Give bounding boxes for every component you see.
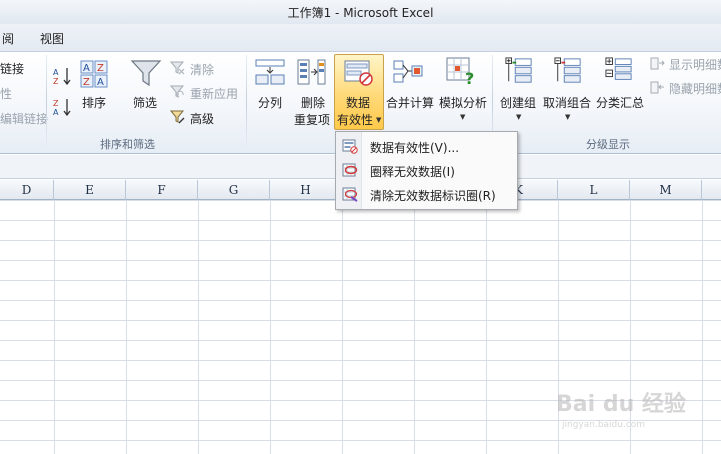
chevron-down-icon: ▼ xyxy=(565,113,571,121)
remove-duplicates-label-2[interactable]: 重复项 xyxy=(294,111,330,128)
connections-link-button[interactable]: 链接 xyxy=(0,60,24,77)
grid-line xyxy=(486,200,487,454)
grid-line xyxy=(414,200,415,454)
column-header[interactable]: H xyxy=(270,180,342,200)
advanced-button[interactable]: 高级 xyxy=(190,110,214,127)
grid-line xyxy=(198,200,199,454)
tab-review[interactable]: 阅 xyxy=(2,30,14,47)
svg-text:Z: Z xyxy=(83,77,90,88)
svg-text:?: ? xyxy=(465,69,474,88)
menu-item-clear-validation-circles[interactable]: 清除无效数据标识圈(R) xyxy=(337,183,516,206)
watermark-url: jingyan.baidu.com xyxy=(562,420,646,430)
filter-funnel-icon[interactable] xyxy=(130,58,162,88)
menu-item-label: 数据有效性(V)... xyxy=(370,141,460,155)
group-label-outline: 分级显示 xyxy=(586,138,630,151)
group-separator xyxy=(246,55,247,149)
ribbon-tab-row: 阅 视图 xyxy=(0,24,721,51)
show-detail-icon[interactable] xyxy=(650,56,665,71)
svg-text:Z: Z xyxy=(53,99,59,108)
data-validation-icon xyxy=(344,60,373,86)
svg-text:A: A xyxy=(97,77,104,88)
remove-duplicates-label-1[interactable]: 删除 xyxy=(301,94,325,111)
text-to-columns-icon[interactable] xyxy=(255,58,285,86)
svg-text:A: A xyxy=(83,63,90,74)
data-validation-icon xyxy=(342,139,358,154)
circle-invalid-data-icon xyxy=(342,163,358,177)
hide-detail-icon[interactable] xyxy=(650,80,665,95)
what-if-analysis-button[interactable]: 模拟分析 xyxy=(439,94,487,111)
subtotal-button[interactable]: 分类汇总 xyxy=(596,94,644,111)
consolidate-icon[interactable] xyxy=(393,58,423,86)
column-header[interactable]: E xyxy=(54,180,126,200)
filter-button[interactable]: 筛选 xyxy=(133,94,157,111)
ungroup-rows-icon[interactable] xyxy=(553,57,583,85)
grid-line xyxy=(126,200,127,454)
menu-item-data-validation[interactable]: 数据有效性(V)... xyxy=(337,135,516,158)
column-header[interactable]: F xyxy=(126,180,198,200)
chevron-down-icon: ▼ xyxy=(376,116,382,124)
column-header[interactable]: D xyxy=(0,180,54,200)
column-header[interactable]: L xyxy=(558,180,630,200)
sort-dialog-icon[interactable]: A Z Z A xyxy=(80,60,108,88)
chevron-down-icon: ▼ xyxy=(460,113,466,121)
watermark-brand: Bai du 经验 xyxy=(556,392,686,417)
ungroup-button[interactable]: 取消组合 xyxy=(543,94,591,111)
group-button[interactable]: 创建组 xyxy=(500,94,536,111)
data-validation-menu: 数据有效性(V)... 圈释无效数据(I) 清除无效数据标识圈(R) xyxy=(335,131,518,210)
svg-text:Z: Z xyxy=(97,63,104,74)
svg-text:Z: Z xyxy=(53,77,59,85)
baidu-jingyan-watermark: Bai du 经验 jingyan.baidu.com xyxy=(556,386,716,446)
reapply-filter-icon[interactable] xyxy=(170,84,185,99)
group-rows-icon[interactable] xyxy=(504,57,534,85)
menu-item-label: 圈释无效数据(I) xyxy=(370,165,455,179)
grid-line xyxy=(270,200,271,454)
window-title: 工作簿1 - Microsoft Excel xyxy=(287,6,434,20)
column-header[interactable]: M xyxy=(630,180,702,200)
subtotal-icon[interactable] xyxy=(604,57,634,85)
sort-button[interactable]: 排序 xyxy=(82,94,106,111)
consolidate-button[interactable]: 合并计算 xyxy=(386,94,434,111)
data-validation-label-2: 有效性 xyxy=(337,113,374,127)
remove-duplicates-icon[interactable] xyxy=(296,58,326,86)
data-validation-label-1: 数据 xyxy=(346,96,371,110)
chevron-down-icon: ▼ xyxy=(516,113,522,121)
menu-item-circle-invalid-data[interactable]: 圈释无效数据(I) xyxy=(337,159,516,182)
title-bar: 工作簿1 - Microsoft Excel xyxy=(0,0,721,24)
clear-button[interactable]: 清除 xyxy=(190,61,214,78)
hide-detail-button[interactable]: 隐藏明细数 xyxy=(669,80,721,97)
clear-filter-icon[interactable] xyxy=(170,60,185,75)
svg-text:A: A xyxy=(53,108,59,116)
properties-button[interactable]: 性 xyxy=(0,85,12,102)
sort-descending-icon[interactable]: Z A xyxy=(53,98,73,116)
group-separator xyxy=(46,55,47,149)
grid-line xyxy=(342,200,343,454)
advanced-filter-icon[interactable] xyxy=(170,109,185,124)
edit-links-button[interactable]: 编辑链接 xyxy=(0,110,48,127)
column-header[interactable]: G xyxy=(198,180,270,200)
sort-ascending-icon[interactable]: A Z xyxy=(53,67,73,85)
grid-line xyxy=(54,200,55,454)
svg-text:A: A xyxy=(53,68,59,77)
group-label-sort-filter: 排序和筛选 xyxy=(100,138,155,151)
text-to-columns-button[interactable]: 分列 xyxy=(258,94,282,111)
menu-item-label: 清除无效数据标识圈(R) xyxy=(370,189,496,203)
column-header[interactable] xyxy=(702,180,721,200)
reapply-button[interactable]: 重新应用 xyxy=(190,85,238,102)
show-detail-button[interactable]: 显示明细数 xyxy=(669,56,721,73)
clear-validation-circles-icon xyxy=(342,187,358,202)
tab-view[interactable]: 视图 xyxy=(40,30,64,47)
what-if-analysis-icon[interactable]: ? xyxy=(446,56,478,88)
